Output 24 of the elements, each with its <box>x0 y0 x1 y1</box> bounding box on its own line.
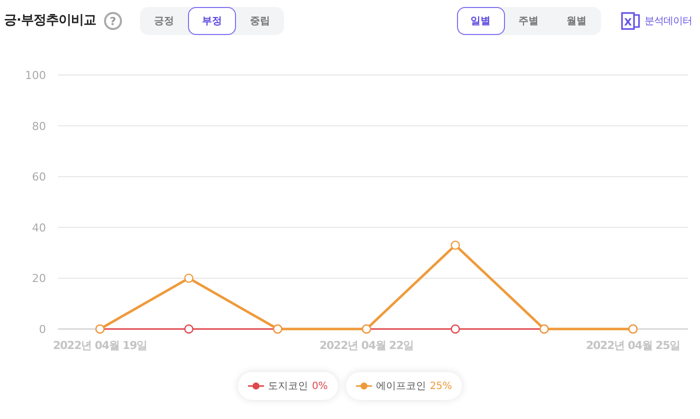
legend-value: 0% <box>312 380 328 394</box>
tab[interactable]: 주별 <box>504 7 552 35</box>
tab[interactable]: 긍정 <box>140 7 188 35</box>
legend-item[interactable]: 에이프코인 25% <box>346 372 462 400</box>
legend-item[interactable]: 도지코인 0% <box>238 372 338 400</box>
legend-label: 도지코인 <box>268 380 308 394</box>
tab[interactable]: 부정 <box>188 7 236 35</box>
axis-label: 60 <box>32 170 46 184</box>
legend-label: 에이프코인 <box>376 380 426 394</box>
chart-title: 긍·부정추이비교 <box>4 12 96 30</box>
axis-label: 100 <box>25 69 46 82</box>
help-icon[interactable]: ? <box>104 12 122 30</box>
legend-value: 25% <box>430 380 452 394</box>
axis-label: 0 <box>39 323 46 336</box>
axis-label: 2022년 04월 22일 <box>319 339 414 352</box>
axis-label: 2022년 04월 19일 <box>52 339 148 352</box>
axis-label: 20 <box>32 272 46 286</box>
tab[interactable]: 월별 <box>552 7 600 35</box>
tab[interactable]: 일별 <box>456 7 504 35</box>
axis-label: 80 <box>32 120 46 133</box>
export-link[interactable]: 분석데이터 <box>644 14 692 28</box>
axis-label: 40 <box>32 221 46 234</box>
tab[interactable]: 중립 <box>236 7 284 35</box>
axis-label: 2022년 04월 25일 <box>586 339 680 352</box>
